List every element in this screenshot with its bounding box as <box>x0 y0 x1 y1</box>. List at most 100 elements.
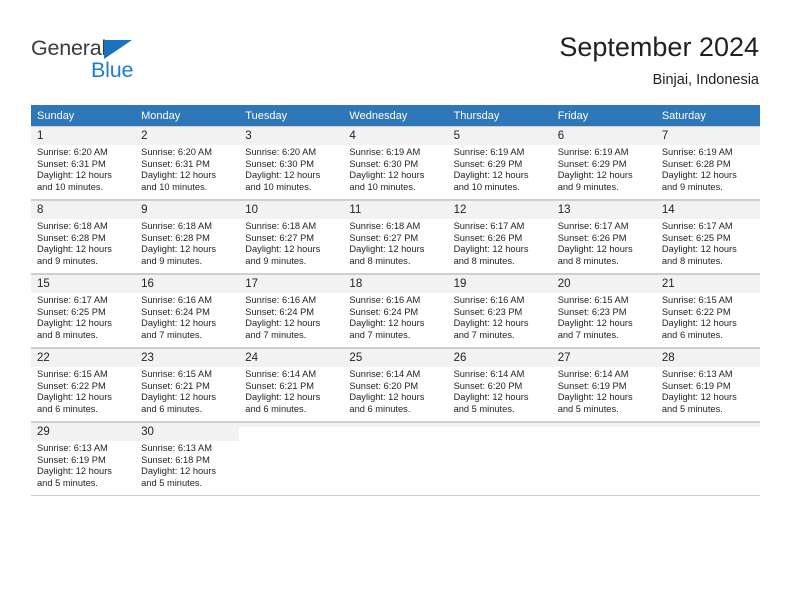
daylight-duration-line1: Daylight: 12 hours <box>37 392 112 403</box>
day-sun-info: Sunrise: 6:18 AM Sunset: 6:28 PM Daylight:… <box>37 221 130 267</box>
day-sun-info: Sunrise: 6:18 AM Sunset: 6:27 PM Daylight:… <box>245 221 338 267</box>
calendar-cell-day[interactable]: 24 Sunrise: 6:14 AM Sunset: 6:21 PM Dayligh… <box>239 348 344 422</box>
title-block: September 2024 Binjai, Indonesia <box>559 31 759 90</box>
daylight-duration-line1: Daylight: 12 hours <box>141 244 217 255</box>
day-sun-info: Sunrise: 6:20 AM Sunset: 6:31 PM Daylight:… <box>141 147 234 193</box>
day-number <box>454 425 547 426</box>
sunset-time: Sunset: 6:26 PM <box>453 232 523 243</box>
calendar-cell-day[interactable]: 22 Sunrise: 6:15 AM Sunset: 6:22 PM Dayligh… <box>31 348 136 422</box>
calendar-cell-inner: 3 Sunrise: 6:20 AM Sunset: 6:30 PM Daylight… <box>239 126 344 200</box>
day-number-band: 26 <box>447 349 552 367</box>
day-sun-info: Sunrise: 6:17 AM Sunset: 6:26 PM Daylight:… <box>454 221 547 267</box>
calendar-cell-day[interactable]: 30 Sunrise: 6:13 AM Sunset: 6:18 PM Dayligh… <box>135 422 240 496</box>
calendar-cell-day[interactable]: 7 Sunrise: 6:19 AM Sunset: 6:28 PM Daylight… <box>655 126 760 200</box>
daylight-duration-line2: and 10 minutes. <box>245 181 312 192</box>
calendar-cell-day[interactable]: 9 Sunrise: 6:18 AM Sunset: 6:28 PM Daylight… <box>135 200 240 274</box>
daylight-duration-line2: and 6 minutes. <box>245 403 307 414</box>
day-sun-info: Sunrise: 6:19 AM Sunset: 6:28 PM Daylight:… <box>662 147 755 193</box>
day-number: 29 <box>37 426 50 438</box>
sunset-time: Sunset: 6:24 PM <box>245 306 315 317</box>
calendar-cell-day[interactable]: 8 Sunrise: 6:18 AM Sunset: 6:28 PM Daylight… <box>31 200 136 274</box>
day-number-band: 18 <box>343 275 448 293</box>
calendar-cell-day[interactable]: 5 Sunrise: 6:19 AM Sunset: 6:29 PM Daylight… <box>447 126 552 200</box>
sunrise-time: Sunrise: 6:15 AM <box>141 369 212 379</box>
calendar-cell-day[interactable]: 13 Sunrise: 6:17 AM Sunset: 6:26 PM Dayligh… <box>551 200 656 274</box>
sunrise-time: Sunrise: 6:19 AM <box>661 147 733 157</box>
daylight-duration-line2: and 7 minutes. <box>245 329 307 340</box>
daylight-duration-line1: Daylight: 12 hours <box>661 244 737 255</box>
calendar-cell-day[interactable]: 11 Sunrise: 6:18 AM Sunset: 6:27 PM Dayligh… <box>343 200 448 274</box>
calendar-cell-day[interactable]: 6 Sunrise: 6:19 AM Sunset: 6:29 PM Daylight… <box>551 126 656 200</box>
day-number-band <box>447 423 552 427</box>
calendar-cell-day[interactable]: 26 Sunrise: 6:14 AM Sunset: 6:20 PM Dayligh… <box>447 348 552 422</box>
daylight-duration-line2: and 10 minutes. <box>349 181 416 192</box>
calendar-cell-day[interactable]: 17 Sunrise: 6:16 AM Sunset: 6:24 PM Dayligh… <box>239 274 344 348</box>
daylight-duration-line1: Daylight: 12 hours <box>349 170 425 181</box>
daylight-duration-line1: Daylight: 12 hours <box>661 170 737 181</box>
calendar-cell-day[interactable]: 15 Sunrise: 6:17 AM Sunset: 6:25 PM Dayligh… <box>31 274 136 348</box>
calendar-cell-day[interactable]: 18 Sunrise: 6:16 AM Sunset: 6:24 PM Dayligh… <box>343 274 448 348</box>
daylight-duration-line1: Daylight: 12 hours <box>245 170 321 181</box>
daylight-duration-line1: Daylight: 12 hours <box>557 318 633 329</box>
daylight-duration-line2: and 8 minutes. <box>37 329 98 340</box>
calendar-cell-inner <box>343 422 448 496</box>
calendar-cell-day[interactable]: 10 Sunrise: 6:18 AM Sunset: 6:27 PM Dayligh… <box>239 200 344 274</box>
day-sun-info: Sunrise: 6:13 AM Sunset: 6:19 PM Daylight:… <box>662 369 755 415</box>
calendar-cell-day[interactable]: 25 Sunrise: 6:14 AM Sunset: 6:20 PM Dayligh… <box>343 348 448 422</box>
day-sun-info: Sunrise: 6:18 AM Sunset: 6:28 PM Daylight:… <box>141 221 234 267</box>
sunset-time: Sunset: 6:19 PM <box>37 454 106 465</box>
daylight-duration-line2: and 5 minutes. <box>37 477 98 488</box>
calendar-cell-day[interactable]: 21 Sunrise: 6:15 AM Sunset: 6:22 PM Dayligh… <box>655 274 760 348</box>
calendar-cell-day[interactable]: 16 Sunrise: 6:16 AM Sunset: 6:24 PM Dayligh… <box>135 274 240 348</box>
calendar-cell-inner: 18 Sunrise: 6:16 AM Sunset: 6:24 PM Dayligh… <box>343 274 448 348</box>
calendar-page: General Blue September 2024 Binjai, Indo… <box>0 0 792 612</box>
day-number-band: 25 <box>343 349 448 367</box>
daylight-duration-line2: and 10 minutes. <box>37 181 104 192</box>
calendar-cell-day[interactable]: 1 Sunrise: 6:20 AM Sunset: 6:31 PM Daylight… <box>31 126 136 200</box>
calendar-week-row: 8 Sunrise: 6:18 AM Sunset: 6:28 PM Daylight… <box>31 200 760 274</box>
page-title: September 2024 <box>559 32 759 62</box>
calendar-cell-inner: 30 Sunrise: 6:13 AM Sunset: 6:18 PM Dayligh… <box>135 422 240 496</box>
calendar-cell-day[interactable]: 3 Sunrise: 6:20 AM Sunset: 6:30 PM Daylight… <box>239 126 344 200</box>
sunrise-time: Sunrise: 6:14 AM <box>349 369 421 379</box>
calendar-cell-inner: 10 Sunrise: 6:18 AM Sunset: 6:27 PM Dayligh… <box>239 200 344 274</box>
sunset-time: Sunset: 6:20 PM <box>349 380 419 391</box>
daylight-duration-line1: Daylight: 12 hours <box>453 170 529 181</box>
calendar-cell-day[interactable]: 28 Sunrise: 6:13 AM Sunset: 6:19 PM Dayligh… <box>655 348 760 422</box>
calendar-cell-day[interactable]: 12 Sunrise: 6:17 AM Sunset: 6:26 PM Dayligh… <box>447 200 552 274</box>
calendar-cell-inner: 24 Sunrise: 6:14 AM Sunset: 6:21 PM Dayligh… <box>239 348 344 422</box>
calendar-cell-day[interactable]: 20 Sunrise: 6:15 AM Sunset: 6:23 PM Dayligh… <box>551 274 656 348</box>
weekday-header-tuesday: Tuesday <box>239 105 344 126</box>
sunset-time: Sunset: 6:23 PM <box>453 306 523 317</box>
calendar-cell-inner: 27 Sunrise: 6:14 AM Sunset: 6:19 PM Dayligh… <box>551 348 656 422</box>
sunset-time: Sunset: 6:25 PM <box>661 232 731 243</box>
day-number: 6 <box>557 130 565 142</box>
sunrise-time: Sunrise: 6:16 AM <box>349 295 421 305</box>
sunset-time: Sunset: 6:19 PM <box>661 380 731 391</box>
daylight-duration-line1: Daylight: 12 hours <box>349 392 425 403</box>
daylight-duration-line2: and 10 minutes. <box>453 181 520 192</box>
calendar-cell-day[interactable]: 27 Sunrise: 6:14 AM Sunset: 6:19 PM Dayligh… <box>551 348 656 422</box>
calendar-cell-day[interactable]: 14 Sunrise: 6:17 AM Sunset: 6:25 PM Dayligh… <box>655 200 760 274</box>
calendar-cell-empty <box>447 422 552 496</box>
day-sun-info: Sunrise: 6:19 AM Sunset: 6:29 PM Daylight:… <box>558 147 651 193</box>
daylight-duration-line2: and 5 minutes. <box>453 403 515 414</box>
calendar-cell-day[interactable]: 19 Sunrise: 6:16 AM Sunset: 6:23 PM Dayligh… <box>447 274 552 348</box>
sunset-time: Sunset: 6:28 PM <box>141 232 210 243</box>
calendar-cell-inner: 17 Sunrise: 6:16 AM Sunset: 6:24 PM Dayligh… <box>239 274 344 348</box>
day-number: 2 <box>141 130 148 142</box>
day-sun-info: Sunrise: 6:13 AM Sunset: 6:18 PM Daylight:… <box>141 443 234 489</box>
calendar-cell-day[interactable]: 29 Sunrise: 6:13 AM Sunset: 6:19 PM Dayligh… <box>31 422 136 496</box>
calendar-cell-day[interactable]: 23 Sunrise: 6:15 AM Sunset: 6:21 PM Dayligh… <box>135 348 240 422</box>
sunrise-time: Sunrise: 6:16 AM <box>141 295 212 305</box>
sunset-time: Sunset: 6:24 PM <box>349 306 419 317</box>
day-number-band: 27 <box>551 349 656 367</box>
calendar-cell-day[interactable]: 4 Sunrise: 6:19 AM Sunset: 6:30 PM Daylight… <box>343 126 448 200</box>
generalblue-logo[interactable]: General Blue <box>31 36 181 84</box>
sunrise-time: Sunrise: 6:15 AM <box>661 295 733 305</box>
calendar-cell-day[interactable]: 2 Sunrise: 6:20 AM Sunset: 6:31 PM Daylight… <box>135 126 240 200</box>
day-number: 24 <box>245 352 259 364</box>
sunset-time: Sunset: 6:31 PM <box>141 158 210 169</box>
logo-triangle-icon <box>104 40 132 59</box>
daylight-duration-line1: Daylight: 12 hours <box>245 244 321 255</box>
